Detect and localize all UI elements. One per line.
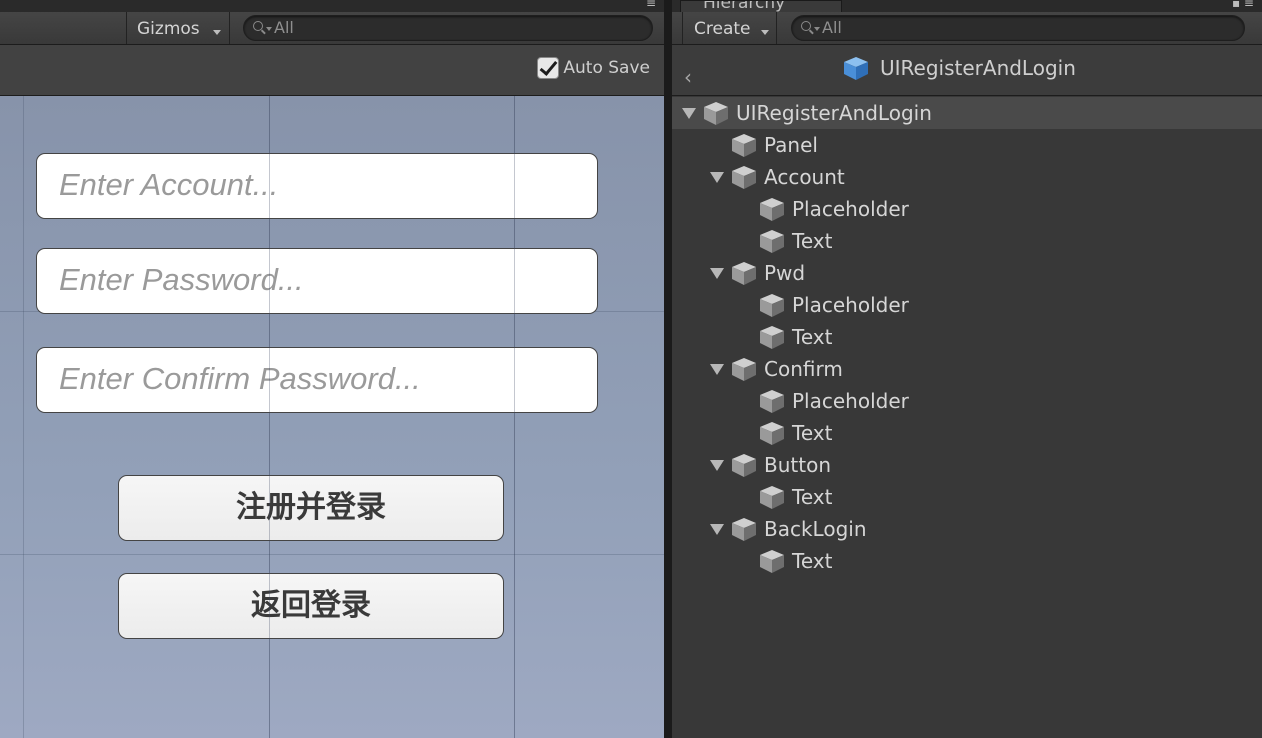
- hierarchy-item[interactable]: Account: [672, 161, 1262, 193]
- gameobject-cube-icon: [760, 422, 784, 445]
- hierarchy-item[interactable]: Text: [672, 481, 1262, 513]
- hierarchy-item[interactable]: Confirm: [672, 353, 1262, 385]
- hierarchy-tree: UIRegisterAndLogin Panel Account Placeholde…: [672, 97, 1262, 577]
- autosave-label: Auto Save: [563, 58, 650, 78]
- gizmos-dropdown[interactable]: Gizmos: [137, 19, 200, 39]
- expand-arrow-icon[interactable]: [710, 459, 724, 471]
- hierarchy-item[interactable]: BackLogin: [672, 513, 1262, 545]
- expand-arrow-icon[interactable]: [682, 107, 696, 119]
- hierarchy-item-label: Button: [764, 453, 831, 477]
- gameobject-cube-icon: [760, 486, 784, 509]
- hierarchy-item[interactable]: Text: [672, 321, 1262, 353]
- register-and-login-button[interactable]: 注册并登录: [118, 475, 504, 541]
- hierarchy-toolbar: Create All: [672, 12, 1262, 45]
- gameobject-cube-icon: [732, 454, 756, 477]
- grid-line-overlay: [514, 96, 515, 738]
- search-placeholder: All: [274, 18, 294, 37]
- chevron-down-icon: [213, 30, 221, 35]
- search-filter-caret-icon[interactable]: [266, 27, 272, 31]
- back-to-login-button[interactable]: 返回登录: [118, 573, 504, 639]
- search-icon: [801, 21, 811, 31]
- hierarchy-item[interactable]: Button: [672, 449, 1262, 481]
- hierarchy-item[interactable]: Placeholder: [672, 385, 1262, 417]
- gameobject-cube-icon: [760, 390, 784, 413]
- panel-menu-icon[interactable]: ▪ ≡: [1232, 0, 1254, 10]
- expand-arrow-icon[interactable]: [710, 363, 724, 375]
- gameobject-cube-icon: [732, 358, 756, 381]
- hierarchy-item-label: Text: [792, 485, 833, 509]
- hierarchy-item-label: BackLogin: [764, 517, 867, 541]
- hierarchy-item-label: Text: [792, 325, 833, 349]
- grid-line: [23, 96, 24, 738]
- hierarchy-item[interactable]: Text: [672, 225, 1262, 257]
- hierarchy-item-label: Placeholder: [792, 197, 909, 221]
- scene-toolbar: Gizmos All: [0, 12, 664, 45]
- hierarchy-item[interactable]: Placeholder: [672, 289, 1262, 321]
- prefab-header: ‹ UIRegisterAndLogin: [672, 45, 1262, 96]
- scene-search-input[interactable]: All: [243, 15, 653, 41]
- hierarchy-item-label: Pwd: [764, 261, 806, 285]
- gameobject-cube-icon: [760, 230, 784, 253]
- gameobject-cube-icon: [732, 134, 756, 157]
- hierarchy-search-input[interactable]: All: [791, 15, 1245, 41]
- hierarchy-item[interactable]: UIRegisterAndLogin: [672, 97, 1262, 129]
- prefab-title: UIRegisterAndLogin: [842, 55, 1076, 81]
- hierarchy-item[interactable]: Placeholder: [672, 193, 1262, 225]
- panel-divider[interactable]: [664, 0, 672, 738]
- panel-menu-icon[interactable]: ≡: [646, 0, 656, 10]
- prefab-mode-bar: Auto Save: [0, 45, 664, 96]
- hierarchy-item-label: Confirm: [764, 357, 843, 381]
- gameobject-cube-icon: [760, 550, 784, 573]
- scene-viewport[interactable]: Enter Account... Enter Password... Enter…: [0, 96, 664, 738]
- back-arrow-icon[interactable]: ‹: [684, 65, 692, 89]
- hierarchy-item[interactable]: Pwd: [672, 257, 1262, 289]
- expand-arrow-icon[interactable]: [710, 267, 724, 279]
- hierarchy-item-label: Text: [792, 229, 833, 253]
- search-icon: [253, 21, 263, 31]
- hierarchy-item[interactable]: Text: [672, 545, 1262, 577]
- toolbar-separator: [682, 12, 683, 44]
- hierarchy-item-label: Placeholder: [792, 389, 909, 413]
- gameobject-cube-icon: [732, 166, 756, 189]
- scene-view-panel: ≡ Gizmos All Auto Save Enter Account... …: [0, 0, 664, 738]
- account-placeholder: Enter Account...: [59, 167, 279, 202]
- hierarchy-item[interactable]: Panel: [672, 129, 1262, 161]
- confirm-password-placeholder: Enter Confirm Password...: [59, 361, 421, 396]
- create-dropdown[interactable]: Create: [694, 19, 751, 39]
- hierarchy-item-label: Text: [792, 421, 833, 445]
- toolbar-separator: [229, 12, 230, 44]
- hierarchy-item-label: Placeholder: [792, 293, 909, 317]
- grid-line-overlay: [269, 96, 270, 738]
- search-placeholder: All: [822, 18, 842, 37]
- hierarchy-item-label: Text: [792, 549, 833, 573]
- gameobject-cube-icon: [760, 198, 784, 221]
- gameobject-cube-icon: [760, 326, 784, 349]
- hierarchy-item-label: Account: [764, 165, 845, 189]
- search-filter-caret-icon[interactable]: [814, 27, 820, 31]
- hierarchy-item-label: UIRegisterAndLogin: [736, 101, 932, 125]
- hierarchy-item-label: Panel: [764, 133, 818, 157]
- gameobject-cube-icon: [760, 294, 784, 317]
- hierarchy-item[interactable]: Text: [672, 417, 1262, 449]
- gameobject-cube-icon: [704, 102, 728, 125]
- gameobject-cube-icon: [732, 262, 756, 285]
- password-placeholder: Enter Password...: [59, 262, 304, 297]
- chevron-down-icon: [761, 30, 769, 35]
- autosave-toggle[interactable]: Auto Save: [537, 57, 650, 79]
- expand-arrow-icon[interactable]: [710, 171, 724, 183]
- prefab-blue-icon: [844, 57, 868, 80]
- autosave-checkbox[interactable]: [537, 57, 560, 79]
- toolbar-separator: [126, 12, 127, 44]
- prefab-title-label: UIRegisterAndLogin: [880, 56, 1076, 80]
- gameobject-cube-icon: [732, 518, 756, 541]
- expand-arrow-icon[interactable]: [710, 523, 724, 535]
- grid-line: [0, 554, 664, 555]
- hierarchy-panel: Hierarchy ▪ ≡ Create All ‹ UIRegisterAnd…: [672, 0, 1262, 738]
- toolbar-separator: [776, 12, 777, 44]
